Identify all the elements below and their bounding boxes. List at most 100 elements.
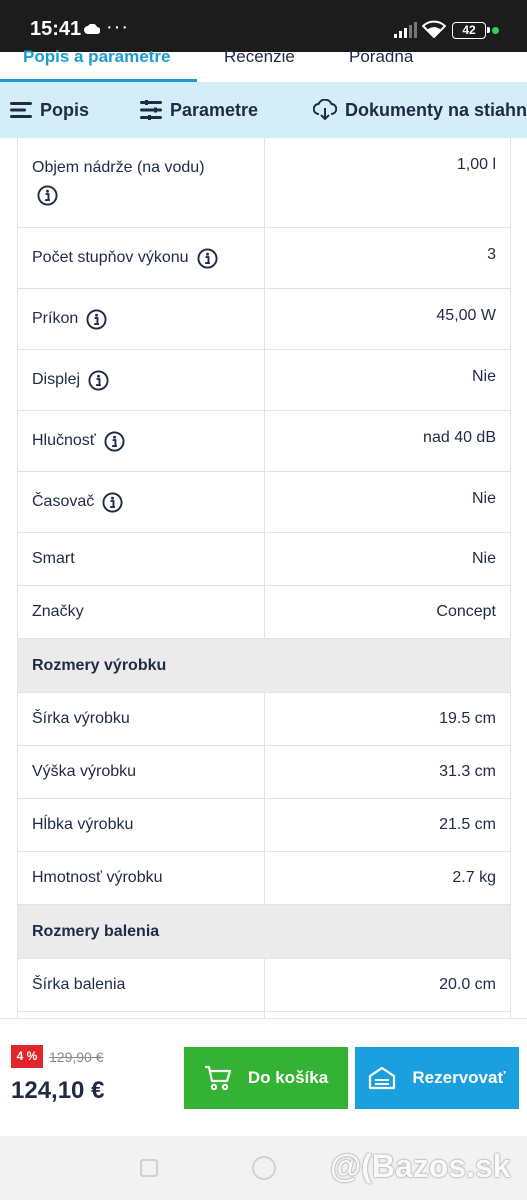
param-value: Nie <box>471 550 496 567</box>
param-label-cell: Hmotnosť výrobku <box>18 852 265 904</box>
section-nav: Popis Parametre Dokumenty na stiahn <box>0 82 527 138</box>
param-value: nad 40 dB <box>423 429 496 446</box>
param-label: Displej <box>32 371 81 388</box>
param-value: 31.3 cm <box>439 763 496 780</box>
cloud-icon <box>84 24 100 34</box>
info-icon[interactable] <box>88 369 109 391</box>
param-label: Šírka výrobku <box>32 710 130 727</box>
param-value: 1,00 l <box>456 156 496 173</box>
old-price: 129,90 € <box>49 1049 104 1065</box>
param-label: Hlučnosť <box>32 432 96 449</box>
param-value-cell: 45,00 W <box>265 289 510 349</box>
param-label-cell: Počet stupňov výkonu <box>18 228 265 288</box>
table-row: Hmotnosť výrobku 2.7 kg <box>18 852 510 905</box>
param-label-cell: Časovač <box>18 472 265 532</box>
info-icon[interactable] <box>197 247 218 269</box>
param-label-cell: Hĺbka výrobku <box>18 799 265 851</box>
add-to-cart-button[interactable]: Do košíka <box>184 1047 348 1109</box>
param-label: Hmotnosť výrobku <box>32 869 163 886</box>
tab-popis-a-parametre[interactable]: Popis a parametre <box>23 47 170 67</box>
tab-poradna[interactable]: Poradňa <box>349 47 413 67</box>
table-row: Displej Nie <box>18 350 510 411</box>
info-icon[interactable] <box>104 430 125 452</box>
param-label: Smart <box>32 550 75 567</box>
param-value: 21.5 cm <box>439 816 496 833</box>
param-value: 45,00 W <box>436 307 496 324</box>
table-row: Príkon 45,00 W <box>18 289 510 350</box>
param-value-cell: 19.5 cm <box>265 693 510 745</box>
param-label-cell: Smart <box>18 533 265 585</box>
section-nav-label: Dokumenty na stiahn <box>345 99 527 120</box>
home-button[interactable] <box>252 1156 276 1180</box>
param-value-cell: 1,00 l <box>265 138 510 227</box>
section-header-label: Rozmery výrobku <box>32 656 167 674</box>
param-value-cell: Nie <box>265 533 510 585</box>
recents-button[interactable] <box>140 1159 158 1177</box>
store-icon <box>369 1066 396 1090</box>
section-nav-label: Popis <box>40 99 90 120</box>
reserve-label: Rezervovať <box>412 1068 506 1087</box>
table-row: Výška výrobku 31.3 cm <box>18 746 510 799</box>
param-value-cell: Nie <box>265 472 510 532</box>
section-nav-popis[interactable]: Popis <box>10 82 89 138</box>
param-label: Objem nádrže (na vodu) <box>32 159 205 176</box>
reserve-button[interactable]: Rezervovať <box>355 1047 519 1109</box>
section-header-label: Rozmery balenia <box>32 922 160 940</box>
param-value: Nie <box>471 490 496 507</box>
param-value: Concept <box>436 603 496 620</box>
param-value-cell: Nie <box>265 350 510 410</box>
section-nav-parametre[interactable]: Parametre <box>140 82 258 138</box>
section-nav-dokumenty[interactable]: Dokumenty na stiahn <box>313 82 527 138</box>
table-row: Hĺbka výrobku 21.5 cm <box>18 799 510 852</box>
param-label: Počet stupňov výkonu <box>32 249 189 266</box>
param-label: Výška výrobku <box>32 763 137 780</box>
purchase-bar: 4 % 129,90 € 124,10 € Do košíka Rezervov… <box>0 1018 527 1136</box>
info-icon[interactable] <box>37 185 58 206</box>
param-label: Značky <box>32 603 84 620</box>
wifi-icon <box>422 20 446 38</box>
table-row: Smart Nie <box>18 533 510 586</box>
sliders-icon <box>140 100 162 120</box>
cart-icon <box>204 1065 231 1091</box>
param-value-cell: 2.7 kg <box>265 852 510 904</box>
watermark: @(Bazos.sk <box>330 1148 511 1184</box>
section-header: Rozmery výrobku <box>18 639 510 693</box>
param-label: Príkon <box>32 310 79 327</box>
privacy-dot-icon <box>492 27 499 34</box>
parameters-table: Objem nádrže (na vodu) 1,00 l Počet stupňo… <box>17 138 511 1018</box>
discount-badge: 4 % <box>11 1045 43 1068</box>
param-value: 3 <box>487 246 496 263</box>
current-price: 124,10 € <box>11 1077 105 1104</box>
param-value-cell: 20.0 cm <box>265 959 510 1011</box>
param-label-cell: Značky <box>18 586 265 638</box>
product-tabs: Popis a parametre Recenzie Poradňa <box>0 47 527 82</box>
param-value-cell: 21.5 cm <box>265 799 510 851</box>
param-value: 20.0 cm <box>439 976 496 993</box>
param-label: Časovač <box>32 493 95 510</box>
system-nav-bar: @(Bazos.sk <box>0 1136 527 1200</box>
param-value: Nie <box>471 368 496 385</box>
param-label-cell: Výška výrobku <box>18 746 265 798</box>
param-value-cell: Concept <box>265 586 510 638</box>
param-label-cell: Šírka balenia <box>18 959 265 1011</box>
param-label-cell: Displej <box>18 350 265 410</box>
param-label-cell: Hlučnosť <box>18 411 265 471</box>
param-value-cell: nad 40 dB <box>265 411 510 471</box>
status-bar: 15:41 ··· 42 <box>0 0 527 52</box>
table-row: Šírka balenia 20.0 cm <box>18 959 510 1012</box>
param-value: 19.5 cm <box>439 710 496 727</box>
tab-recenzie[interactable]: Recenzie <box>224 47 295 67</box>
param-label: Šírka balenia <box>32 976 126 993</box>
info-icon[interactable] <box>86 308 107 330</box>
param-label-cell: Šírka výrobku <box>18 693 265 745</box>
list-icon <box>10 102 32 118</box>
table-row: Hlučnosť nad 40 dB <box>18 411 510 472</box>
table-row: Značky Concept <box>18 586 510 639</box>
table-row: Počet stupňov výkonu 3 <box>18 228 510 289</box>
param-label: Hĺbka výrobku <box>32 816 134 833</box>
param-label-cell: Objem nádrže (na vodu) <box>18 138 265 227</box>
info-icon[interactable] <box>102 491 123 513</box>
add-to-cart-label: Do košíka <box>247 1068 329 1087</box>
section-nav-label: Parametre <box>170 99 259 120</box>
section-header: Rozmery balenia <box>18 905 510 959</box>
